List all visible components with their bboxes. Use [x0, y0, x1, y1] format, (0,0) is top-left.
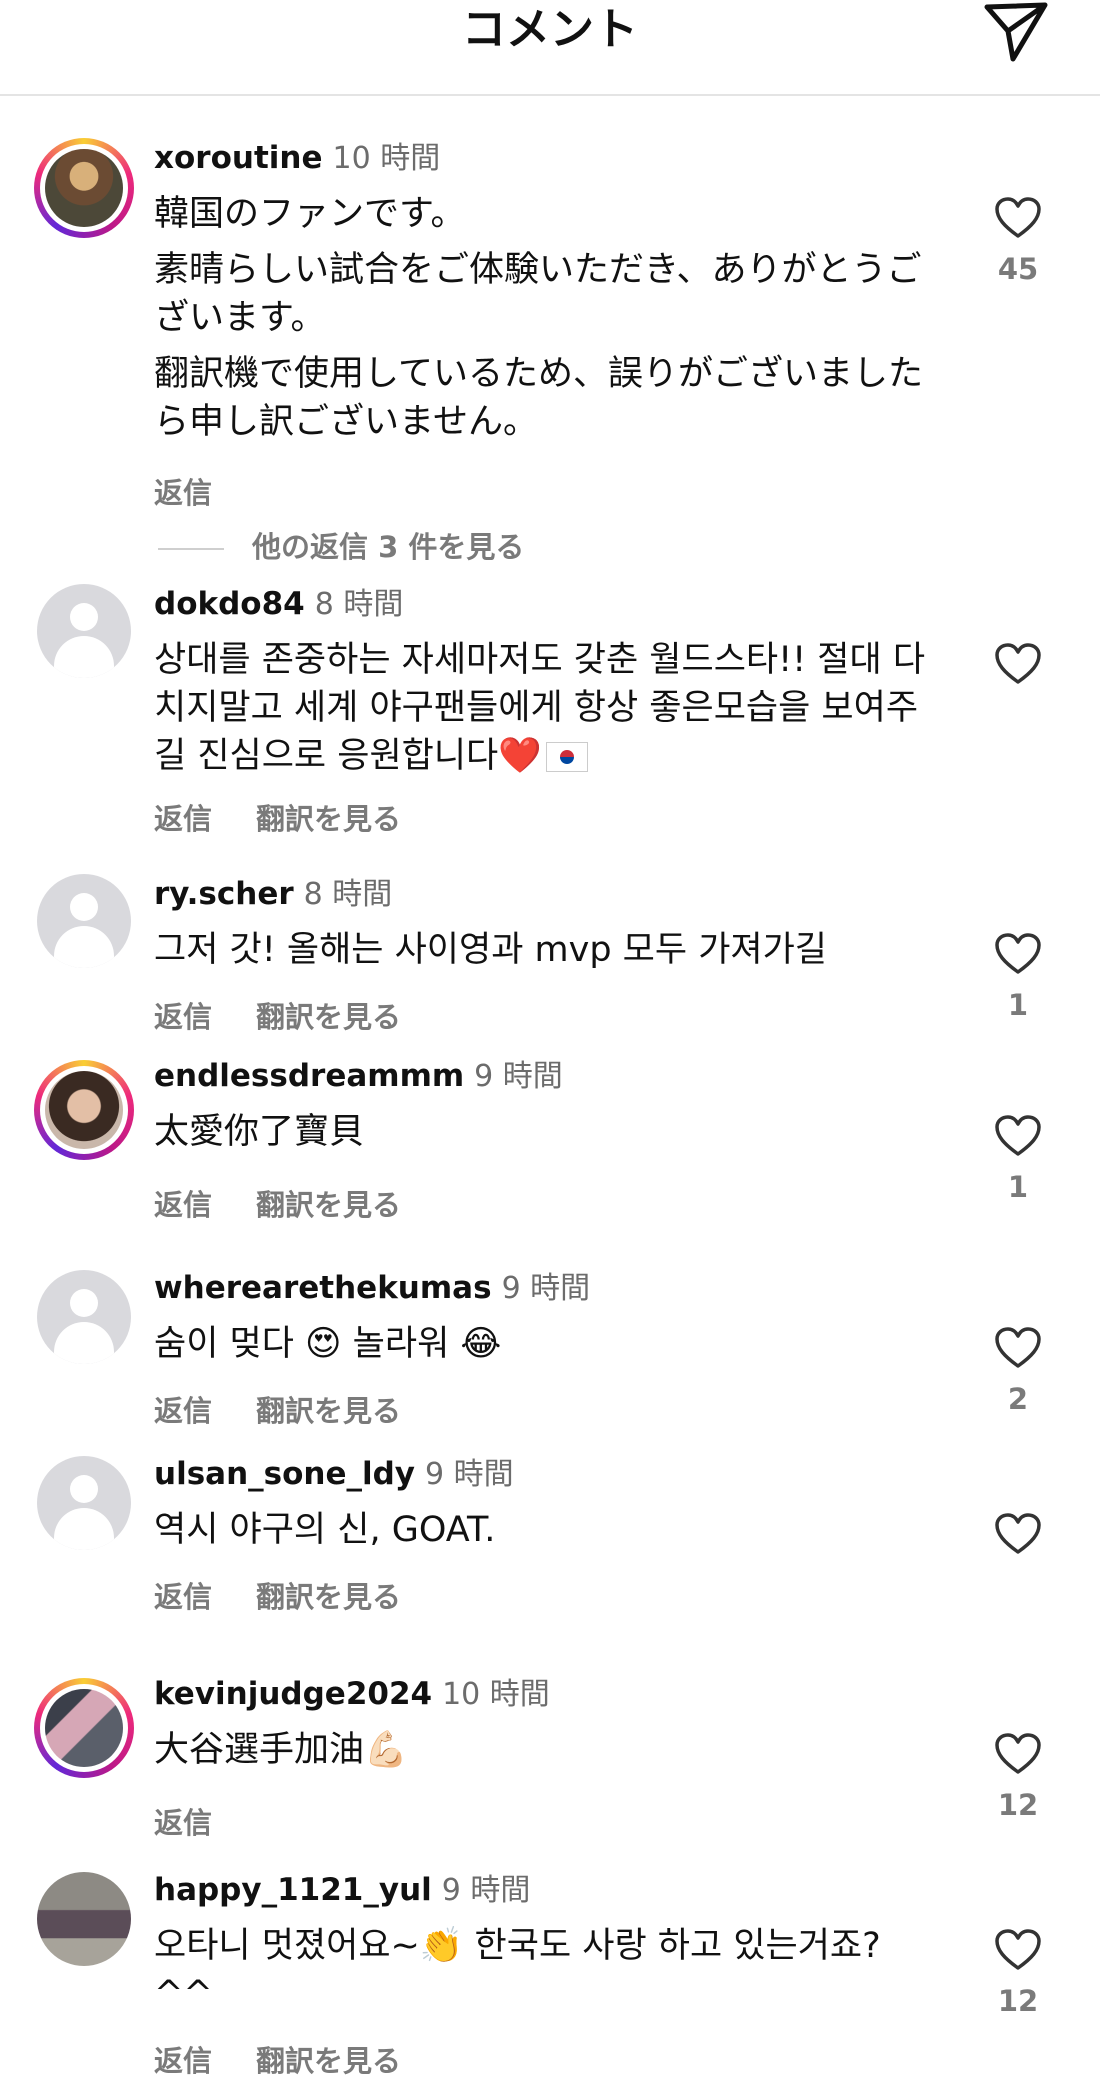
avatar[interactable]: [37, 1270, 131, 1364]
heart-icon: [995, 1115, 1041, 1156]
like-button[interactable]: [988, 642, 1048, 698]
heart-icon: [995, 643, 1041, 684]
korea-flag-icon: [545, 742, 588, 772]
comment-text: 그저 갓! 올해는 사이영과 mvp 모두 가져가길: [154, 930, 828, 970]
like-button[interactable]: [988, 1512, 1048, 1568]
heart-icon: [995, 1929, 1041, 1970]
like-button[interactable]: 2: [988, 1326, 1048, 1416]
like-count: 1: [1007, 988, 1029, 1022]
view-more-replies[interactable]: 他の返信 3 件を見る: [158, 524, 524, 566]
reply-button[interactable]: 返信: [154, 802, 212, 836]
avatar[interactable]: [34, 1060, 134, 1160]
like-count: 12: [997, 1984, 1039, 2018]
username[interactable]: xoroutine: [154, 140, 323, 176]
timestamp: 8 時間: [314, 587, 404, 622]
like-count: 12: [997, 1788, 1039, 1822]
avatar[interactable]: [37, 1872, 131, 1966]
comment-text: 오타니 멋졌어요~👏 한국도 사랑 하고 있는거죠?^^: [154, 1926, 881, 2014]
username[interactable]: dokdo84: [154, 586, 305, 622]
timestamp: 9 時間: [425, 1457, 514, 1492]
like-count: 1: [1007, 1170, 1029, 1204]
username[interactable]: endlessdreammm: [154, 1058, 464, 1094]
heart-icon: [995, 1327, 1041, 1368]
translate-button[interactable]: 翻訳を見る: [256, 1580, 401, 1614]
avatar[interactable]: [34, 1678, 134, 1778]
comment-text: 大谷選手加油💪🏻: [154, 1730, 408, 1770]
like-count: 2: [1007, 1382, 1029, 1416]
reply-button[interactable]: 返信: [154, 1000, 212, 1034]
translate-button[interactable]: 翻訳を見る: [256, 1000, 401, 1034]
username[interactable]: kevinjudge2024: [154, 1676, 432, 1712]
paper-plane-icon: [984, 2, 1048, 62]
timestamp: 9 時間: [441, 1873, 531, 1908]
like-button[interactable]: 1: [988, 932, 1048, 1022]
translate-button[interactable]: 翻訳を見る: [256, 1394, 401, 1428]
reply-button[interactable]: 返信: [154, 1394, 212, 1428]
like-button[interactable]: 12: [988, 1928, 1048, 2018]
timestamp: 10 時間: [442, 1677, 550, 1712]
avatar[interactable]: [37, 1456, 131, 1550]
username[interactable]: wherearethekumas: [154, 1270, 492, 1306]
heart-emoji: ❤️: [498, 736, 542, 776]
timestamp: 10 時間: [332, 141, 441, 176]
comment-text: 숨이 멎다 😍 놀라워 😂: [154, 1324, 502, 1364]
like-button[interactable]: 12: [988, 1732, 1048, 1822]
username[interactable]: ry.scher: [154, 876, 294, 912]
timestamp: 9 時間: [474, 1059, 563, 1094]
timestamp: 8 時間: [303, 877, 393, 912]
like-button[interactable]: 45: [988, 196, 1048, 286]
comments-header: コメント: [0, 0, 1100, 96]
translate-button[interactable]: 翻訳を見る: [256, 1188, 401, 1222]
share-button[interactable]: [980, 0, 1052, 64]
avatar[interactable]: [37, 874, 131, 968]
reply-button[interactable]: 返信: [154, 1188, 212, 1222]
avatar[interactable]: [37, 584, 131, 678]
heart-icon: [995, 1733, 1041, 1774]
heart-icon: [995, 933, 1041, 974]
like-count: 45: [997, 252, 1039, 286]
heart-icon: [995, 1513, 1041, 1554]
heart-icon: [995, 197, 1041, 238]
timestamp: 9 時間: [501, 1271, 591, 1306]
reply-button[interactable]: 返信: [154, 1806, 212, 1840]
comment-text: 상대를 존중하는 자세마저도 갖춘 월드스타!! 절대 다치지말고 세계 야구팬…: [154, 640, 926, 776]
comment-text: 太愛你了寶貝: [154, 1112, 365, 1152]
username[interactable]: happy_1121_yul: [154, 1872, 432, 1908]
page-title: コメント: [462, 4, 638, 55]
reply-button[interactable]: 返信: [154, 476, 212, 510]
comment-text: 역시 야구의 신, GOAT.: [154, 1510, 496, 1550]
comment-text: 韓国のファンです。 素晴らしい試合をご体験いただき、ありがとうございます。 翻訳…: [154, 194, 923, 442]
like-button[interactable]: 1: [988, 1114, 1048, 1204]
avatar[interactable]: [34, 138, 134, 238]
reply-button[interactable]: 返信: [154, 1580, 212, 1614]
username[interactable]: ulsan_sone_ldy: [154, 1456, 415, 1492]
translate-button[interactable]: 翻訳を見る: [256, 2044, 401, 2078]
reply-button[interactable]: 返信: [154, 2044, 212, 2078]
translate-button[interactable]: 翻訳を見る: [256, 802, 401, 836]
